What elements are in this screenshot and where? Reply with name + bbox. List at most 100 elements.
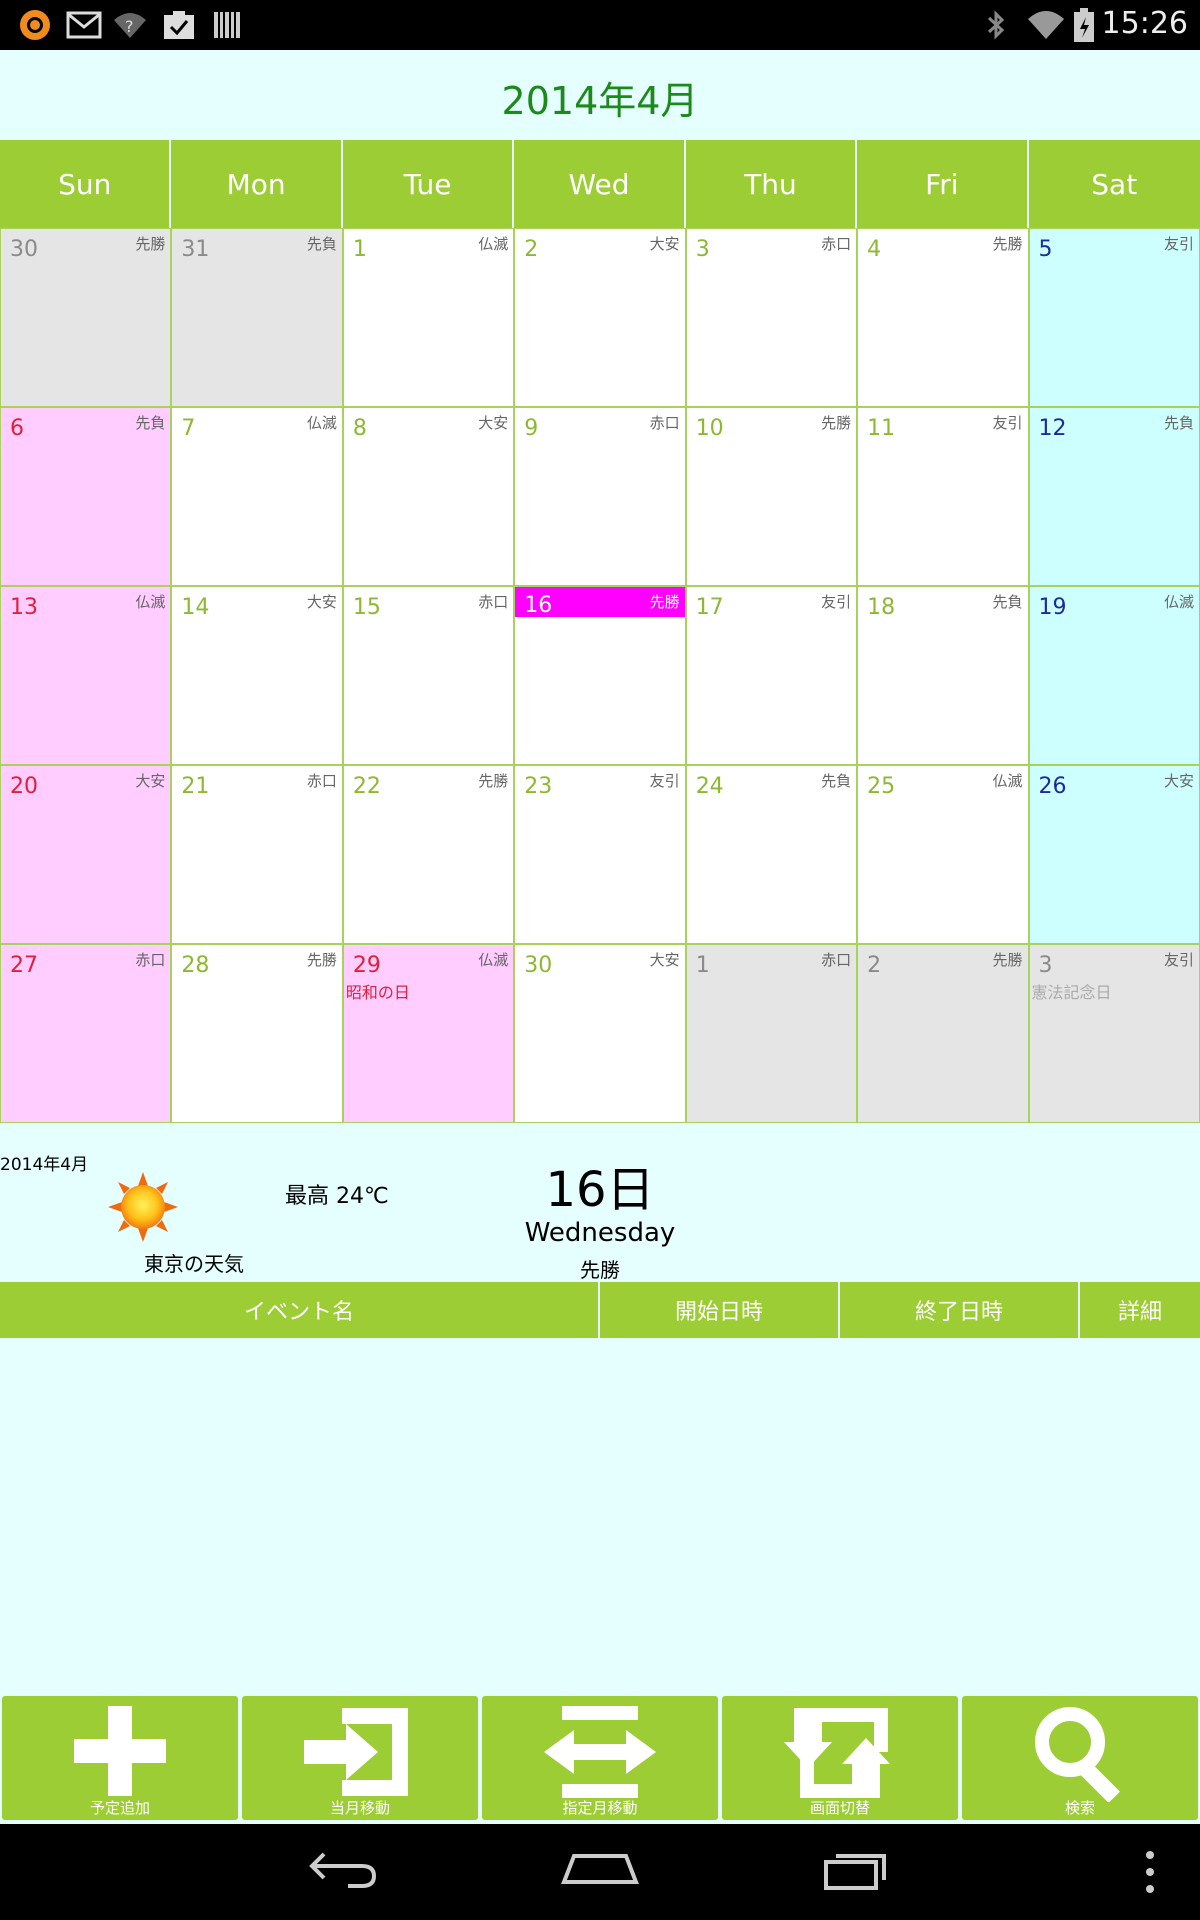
rokuyo-label: 大安 [306, 593, 337, 611]
event-list [0, 1338, 1200, 1688]
day-cell[interactable]: 31 先負 [171, 228, 343, 407]
battery-icon [1072, 8, 1096, 42]
day-cell[interactable]: 9 赤口 [514, 407, 686, 586]
home-icon[interactable] [560, 1844, 640, 1898]
day-cell[interactable]: 11 友引 [857, 407, 1029, 586]
rokuyo-label: 仏滅 [478, 235, 509, 253]
rokuyo-label: 友引 [821, 593, 852, 611]
day-number: 13 [10, 595, 38, 620]
day-cell[interactable]: 19 仏滅 [1028, 586, 1200, 765]
day-cell[interactable]: 16 先勝 [514, 586, 686, 765]
current-month-button[interactable]: 当月移動 [242, 1696, 478, 1820]
day-cell[interactable]: 10 先勝 [685, 407, 858, 586]
holiday-name: 憲法記念日 [1031, 983, 1112, 1002]
rokuyo-label: 大安 [649, 951, 680, 969]
rokuyo-label: 仏滅 [1163, 593, 1194, 611]
day-cell[interactable]: 2 大安 [514, 228, 686, 407]
day-number: 2 [524, 237, 539, 262]
day-number: 8 [352, 416, 367, 441]
day-number: 25 [867, 774, 896, 799]
day-number: 28 [181, 953, 210, 978]
rokuyo-label: 先勝 [992, 951, 1023, 969]
day-cell[interactable]: 23 友引 [514, 765, 686, 944]
day-number: 18 [867, 595, 896, 620]
day-cell[interactable]: 8 大安 [342, 407, 515, 586]
day-cell[interactable]: 30 先勝 [0, 228, 172, 407]
selected-rokuyo: 先勝 [580, 1258, 620, 1282]
refresh-icon [784, 1708, 890, 1798]
event-table-header: イベント名 開始日時 終了日時 詳細 [0, 1282, 1200, 1338]
search-button[interactable]: 検索 [962, 1696, 1198, 1820]
day-cell[interactable]: 24 先負 [685, 765, 858, 944]
weekday-thu: Thu [685, 140, 858, 228]
holiday-name: 昭和の日 [345, 983, 410, 1002]
day-cell[interactable]: 17 友引 [685, 586, 858, 765]
column-event-name[interactable]: イベント名 [0, 1282, 600, 1338]
week-row: 20 大安 21 赤口 22 先勝 23 友引 24 先負 25 仏滅 26 大安 [0, 765, 1200, 944]
day-cell[interactable]: 4 先勝 [857, 228, 1029, 407]
add-event-label: 予定追加 [89, 1799, 150, 1817]
calendar-weeks: 30 先勝 31 先負 1 仏滅 2 大安 3 赤口 4 先勝 5 友引 6 先負 7 仏滅 8 大安 9 赤口 10 先勝 1… [0, 228, 1200, 1123]
day-number: 26 [1038, 774, 1067, 799]
day-cell[interactable]: 13 仏滅 [0, 586, 172, 765]
rokuyo-label: 仏滅 [992, 772, 1023, 790]
recent-apps-icon[interactable] [822, 1844, 892, 1898]
select-month-button[interactable]: 指定月移動 [482, 1696, 718, 1820]
day-cell[interactable]: 5 友引 [1028, 228, 1200, 407]
wifi-icon [1026, 8, 1066, 42]
day-cell[interactable]: 3 赤口 [685, 228, 858, 407]
column-start-datetime[interactable]: 開始日時 [600, 1282, 840, 1338]
day-cell[interactable]: 1 赤口 [685, 944, 858, 1123]
day-number: 10 [695, 416, 724, 441]
day-cell[interactable]: 7 仏滅 [171, 407, 343, 586]
day-number: 30 [524, 953, 553, 978]
column-details[interactable]: 詳細 [1080, 1282, 1200, 1338]
add-event-button[interactable]: 予定追加 [2, 1696, 238, 1820]
day-cell[interactable]: 22 先勝 [342, 765, 515, 944]
plus-icon [74, 1706, 166, 1796]
day-cell[interactable]: 28 先勝 [171, 944, 343, 1123]
day-number: 29 [352, 953, 381, 978]
selected-weekday: Wednesday [524, 1218, 676, 1248]
week-row: 6 先負 7 仏滅 8 大安 9 赤口 10 先勝 11 友引 12 先負 [0, 407, 1200, 586]
day-cell[interactable]: 14 大安 [171, 586, 343, 765]
day-cell[interactable]: 2 先勝 [857, 944, 1029, 1123]
search-icon [1035, 1707, 1120, 1802]
current-month-label: 当月移動 [329, 1799, 390, 1817]
day-cell[interactable]: 26 大安 [1028, 765, 1200, 944]
day-cell[interactable]: 18 先負 [857, 586, 1029, 765]
day-cell[interactable]: 3 友引 憲法記念日 [1028, 944, 1200, 1123]
day-cell[interactable]: 12 先負 [1028, 407, 1200, 586]
column-end-datetime[interactable]: 終了日時 [840, 1282, 1080, 1338]
day-cell[interactable]: 21 赤口 [171, 765, 343, 944]
rokuyo-label: 先負 [992, 593, 1023, 611]
back-icon[interactable] [308, 1844, 378, 1898]
day-number: 20 [10, 774, 38, 799]
rokuyo-label: 先負 [135, 414, 166, 432]
day-cell[interactable]: 15 赤口 [342, 586, 515, 765]
day-cell[interactable]: 25 仏滅 [857, 765, 1029, 944]
weekday-sun: Sun [0, 140, 172, 228]
rokuyo-label: 先負 [821, 772, 852, 790]
day-cell[interactable]: 1 仏滅 [342, 228, 515, 407]
day-cell[interactable]: 20 大安 [0, 765, 172, 944]
calendar-grid: Sun Mon Tue Wed Thu Fri Sat 30 先勝 31 先負 1 仏滅 2… [0, 140, 1200, 1123]
app-notification-icon [18, 8, 52, 42]
selected-day: 16日 [545, 1162, 655, 1218]
day-cell[interactable]: 6 先負 [0, 407, 172, 586]
week-row: 27 赤口 28 先勝 29 仏滅 昭和の日 30 大安 1 赤口 2 先勝 3 友引 憲法記念日 [0, 944, 1200, 1123]
rokuyo-label: 赤口 [821, 235, 852, 253]
switch-view-button[interactable]: 画面切替 [722, 1696, 958, 1820]
rokuyo-label: 赤口 [478, 593, 509, 611]
day-cell[interactable]: 27 赤口 [0, 944, 172, 1123]
rokuyo-label: 仏滅 [306, 414, 337, 432]
switch-view-label: 画面切替 [809, 1799, 870, 1817]
weekday-header: Sun Mon Tue Wed Thu Fri Sat [0, 140, 1200, 228]
day-number: 9 [524, 416, 539, 441]
day-cell[interactable]: 29 仏滅 昭和の日 [342, 944, 515, 1123]
rokuyo-label: 赤口 [135, 951, 166, 969]
task-check-icon [162, 8, 196, 42]
day-cell[interactable]: 30 大安 [514, 944, 686, 1123]
week-row: 30 先勝 31 先負 1 仏滅 2 大安 3 赤口 4 先勝 5 友引 [0, 228, 1200, 407]
overflow-menu-icon[interactable] [1140, 1850, 1160, 1898]
